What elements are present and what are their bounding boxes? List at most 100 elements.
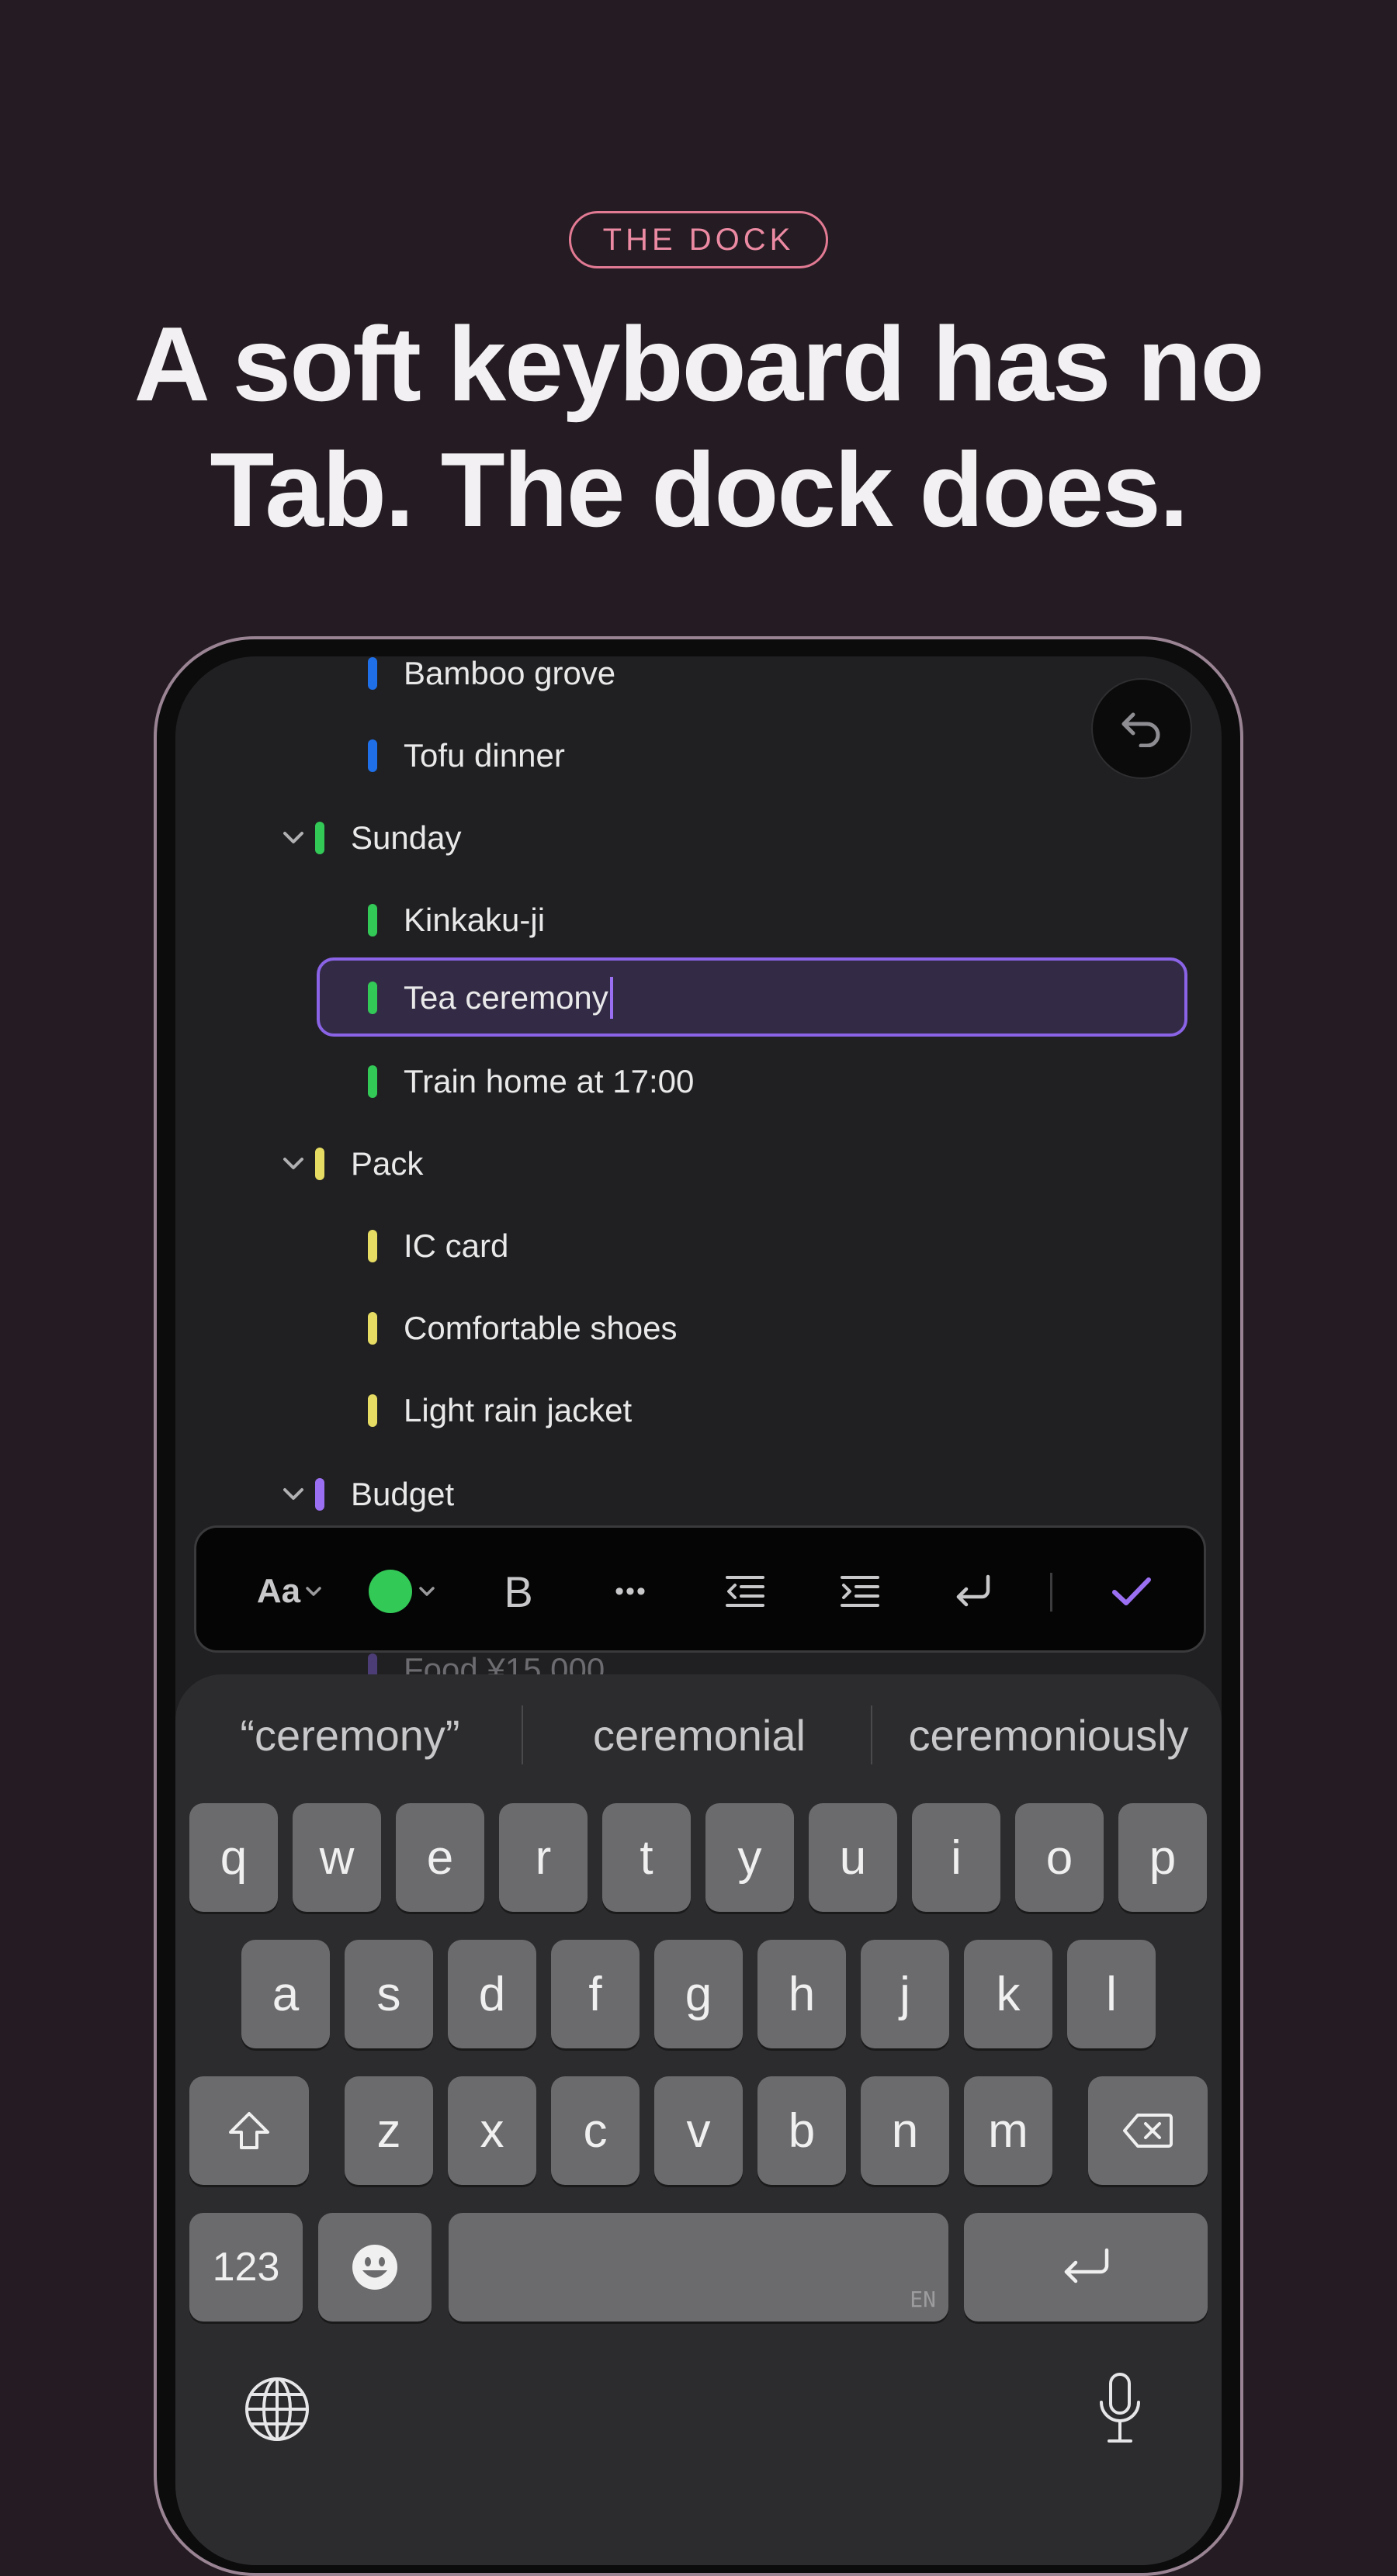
indent-button[interactable]: [817, 1528, 903, 1655]
emoji-key[interactable]: [318, 2213, 432, 2322]
key-s[interactable]: s: [345, 1940, 433, 2048]
row-text[interactable]: Tea ceremony: [404, 979, 608, 1016]
key-e[interactable]: e: [396, 1803, 484, 1912]
space-language-label: EN: [910, 2287, 936, 2312]
section-badge: THE DOCK: [569, 211, 828, 268]
color-dot-icon: [369, 1570, 412, 1613]
more-button[interactable]: •••: [588, 1528, 674, 1655]
outline-row[interactable]: Train home at 17:00: [368, 1051, 694, 1113]
return-icon: [1064, 2248, 1109, 2283]
indent-icon: [841, 1576, 879, 1607]
outline-row-selected[interactable]: Tea ceremony: [368, 967, 613, 1029]
suggestion-divider: [522, 1705, 523, 1764]
key-i[interactable]: i: [912, 1803, 1000, 1912]
row-text: Sunday: [351, 819, 462, 856]
key-n[interactable]: n: [861, 2076, 949, 2185]
shift-key[interactable]: [189, 2076, 309, 2185]
color-bar: [315, 1148, 324, 1180]
color-bar: [368, 1230, 377, 1262]
text-style-icon: Aa: [256, 1572, 301, 1610]
color-bar: [368, 739, 377, 772]
key-p[interactable]: p: [1118, 1803, 1207, 1912]
row-text: Comfortable shoes: [404, 1310, 678, 1346]
color-bar: [315, 1478, 324, 1511]
suggestion-3[interactable]: ceremoniously: [882, 1696, 1215, 1774]
key-x[interactable]: x: [448, 2076, 536, 2185]
outline-row[interactable]: Budget: [315, 1463, 454, 1525]
row-text: Light rain jacket: [404, 1392, 633, 1428]
headline: A soft keyboard has no Tab. The dock doe…: [0, 301, 1397, 552]
dock-divider: [1050, 1573, 1052, 1612]
outline-row[interactable]: Kinkaku-ji: [368, 889, 545, 951]
color-bar: [368, 1065, 377, 1098]
row-text: Budget: [351, 1476, 455, 1512]
color-picker-button[interactable]: [359, 1528, 445, 1655]
key-o[interactable]: o: [1015, 1803, 1104, 1912]
key-t[interactable]: t: [602, 1803, 691, 1912]
formatting-dock: Aa B •••: [194, 1525, 1206, 1653]
text-caret: [609, 977, 613, 1019]
chevron-down-icon: [419, 1587, 435, 1596]
chevron-down-icon[interactable]: [278, 822, 309, 853]
key-l[interactable]: l: [1067, 1940, 1156, 2048]
chevron-down-icon: [306, 1587, 321, 1596]
key-w[interactable]: w: [293, 1803, 381, 1912]
undo-button[interactable]: [1091, 678, 1192, 779]
key-c[interactable]: c: [551, 2076, 640, 2185]
row-text: IC card: [404, 1227, 509, 1264]
microphone-button[interactable]: [1085, 2370, 1155, 2447]
phone-screen: Bamboo grove Tofu dinner Sunday Kinkaku-…: [175, 656, 1222, 2565]
microphone-icon: [1100, 2373, 1140, 2443]
outline-row[interactable]: IC card: [368, 1215, 508, 1277]
key-v[interactable]: v: [654, 2076, 743, 2185]
suggestion-2[interactable]: ceremonial: [532, 1696, 866, 1774]
outline-row[interactable]: Comfortable shoes: [368, 1297, 678, 1359]
suggestion-1[interactable]: “ceremony”: [191, 1696, 509, 1774]
outline-row[interactable]: Light rain jacket: [368, 1380, 632, 1442]
outline-row[interactable]: Bamboo grove: [368, 656, 615, 705]
key-r[interactable]: r: [499, 1803, 588, 1912]
backspace-key[interactable]: [1088, 2076, 1208, 2185]
color-bar: [368, 904, 377, 937]
key-j[interactable]: j: [861, 1940, 949, 2048]
color-bar: [368, 982, 377, 1014]
numbers-key[interactable]: 123: [189, 2213, 303, 2322]
key-f[interactable]: f: [551, 1940, 640, 2048]
chevron-down-icon[interactable]: [278, 1148, 309, 1179]
key-y[interactable]: y: [705, 1803, 794, 1912]
row-text: Tofu dinner: [404, 737, 565, 774]
key-k[interactable]: k: [964, 1940, 1052, 2048]
key-g[interactable]: g: [654, 1940, 743, 2048]
outdent-icon: [726, 1576, 764, 1607]
return-key[interactable]: [964, 2213, 1208, 2322]
globe-button[interactable]: [242, 2374, 312, 2444]
shift-icon: [229, 2112, 269, 2149]
headline-line-2: Tab. The dock does.: [210, 431, 1188, 549]
row-text: Pack: [351, 1145, 424, 1182]
chevron-down-icon[interactable]: [278, 1479, 309, 1510]
outdent-button[interactable]: [702, 1528, 788, 1655]
bold-button[interactable]: B: [476, 1528, 561, 1655]
outline-row[interactable]: Sunday: [315, 807, 461, 869]
space-key[interactable]: EN: [449, 2213, 948, 2322]
outline-row[interactable]: Tofu dinner: [368, 725, 565, 787]
key-h[interactable]: h: [757, 1940, 846, 2048]
row-text: Train home at 17:00: [404, 1063, 695, 1099]
backspace-icon: [1123, 2114, 1173, 2148]
done-button[interactable]: [1089, 1528, 1174, 1655]
text-style-button[interactable]: Aa: [243, 1528, 336, 1655]
key-a[interactable]: a: [241, 1940, 330, 2048]
newline-button[interactable]: [931, 1528, 1016, 1655]
outline-row[interactable]: Pack: [315, 1133, 423, 1195]
key-z[interactable]: z: [345, 2076, 433, 2185]
bold-icon: B: [504, 1567, 533, 1616]
key-m[interactable]: m: [964, 2076, 1052, 2185]
key-q[interactable]: q: [189, 1803, 278, 1912]
key-b[interactable]: b: [757, 2076, 846, 2185]
key-u[interactable]: u: [809, 1803, 897, 1912]
row-text: Bamboo grove: [404, 656, 616, 691]
key-d[interactable]: d: [448, 1940, 536, 2048]
emoji-icon: [352, 2245, 397, 2290]
color-bar: [368, 1312, 377, 1345]
newline-icon: [956, 1574, 990, 1607]
